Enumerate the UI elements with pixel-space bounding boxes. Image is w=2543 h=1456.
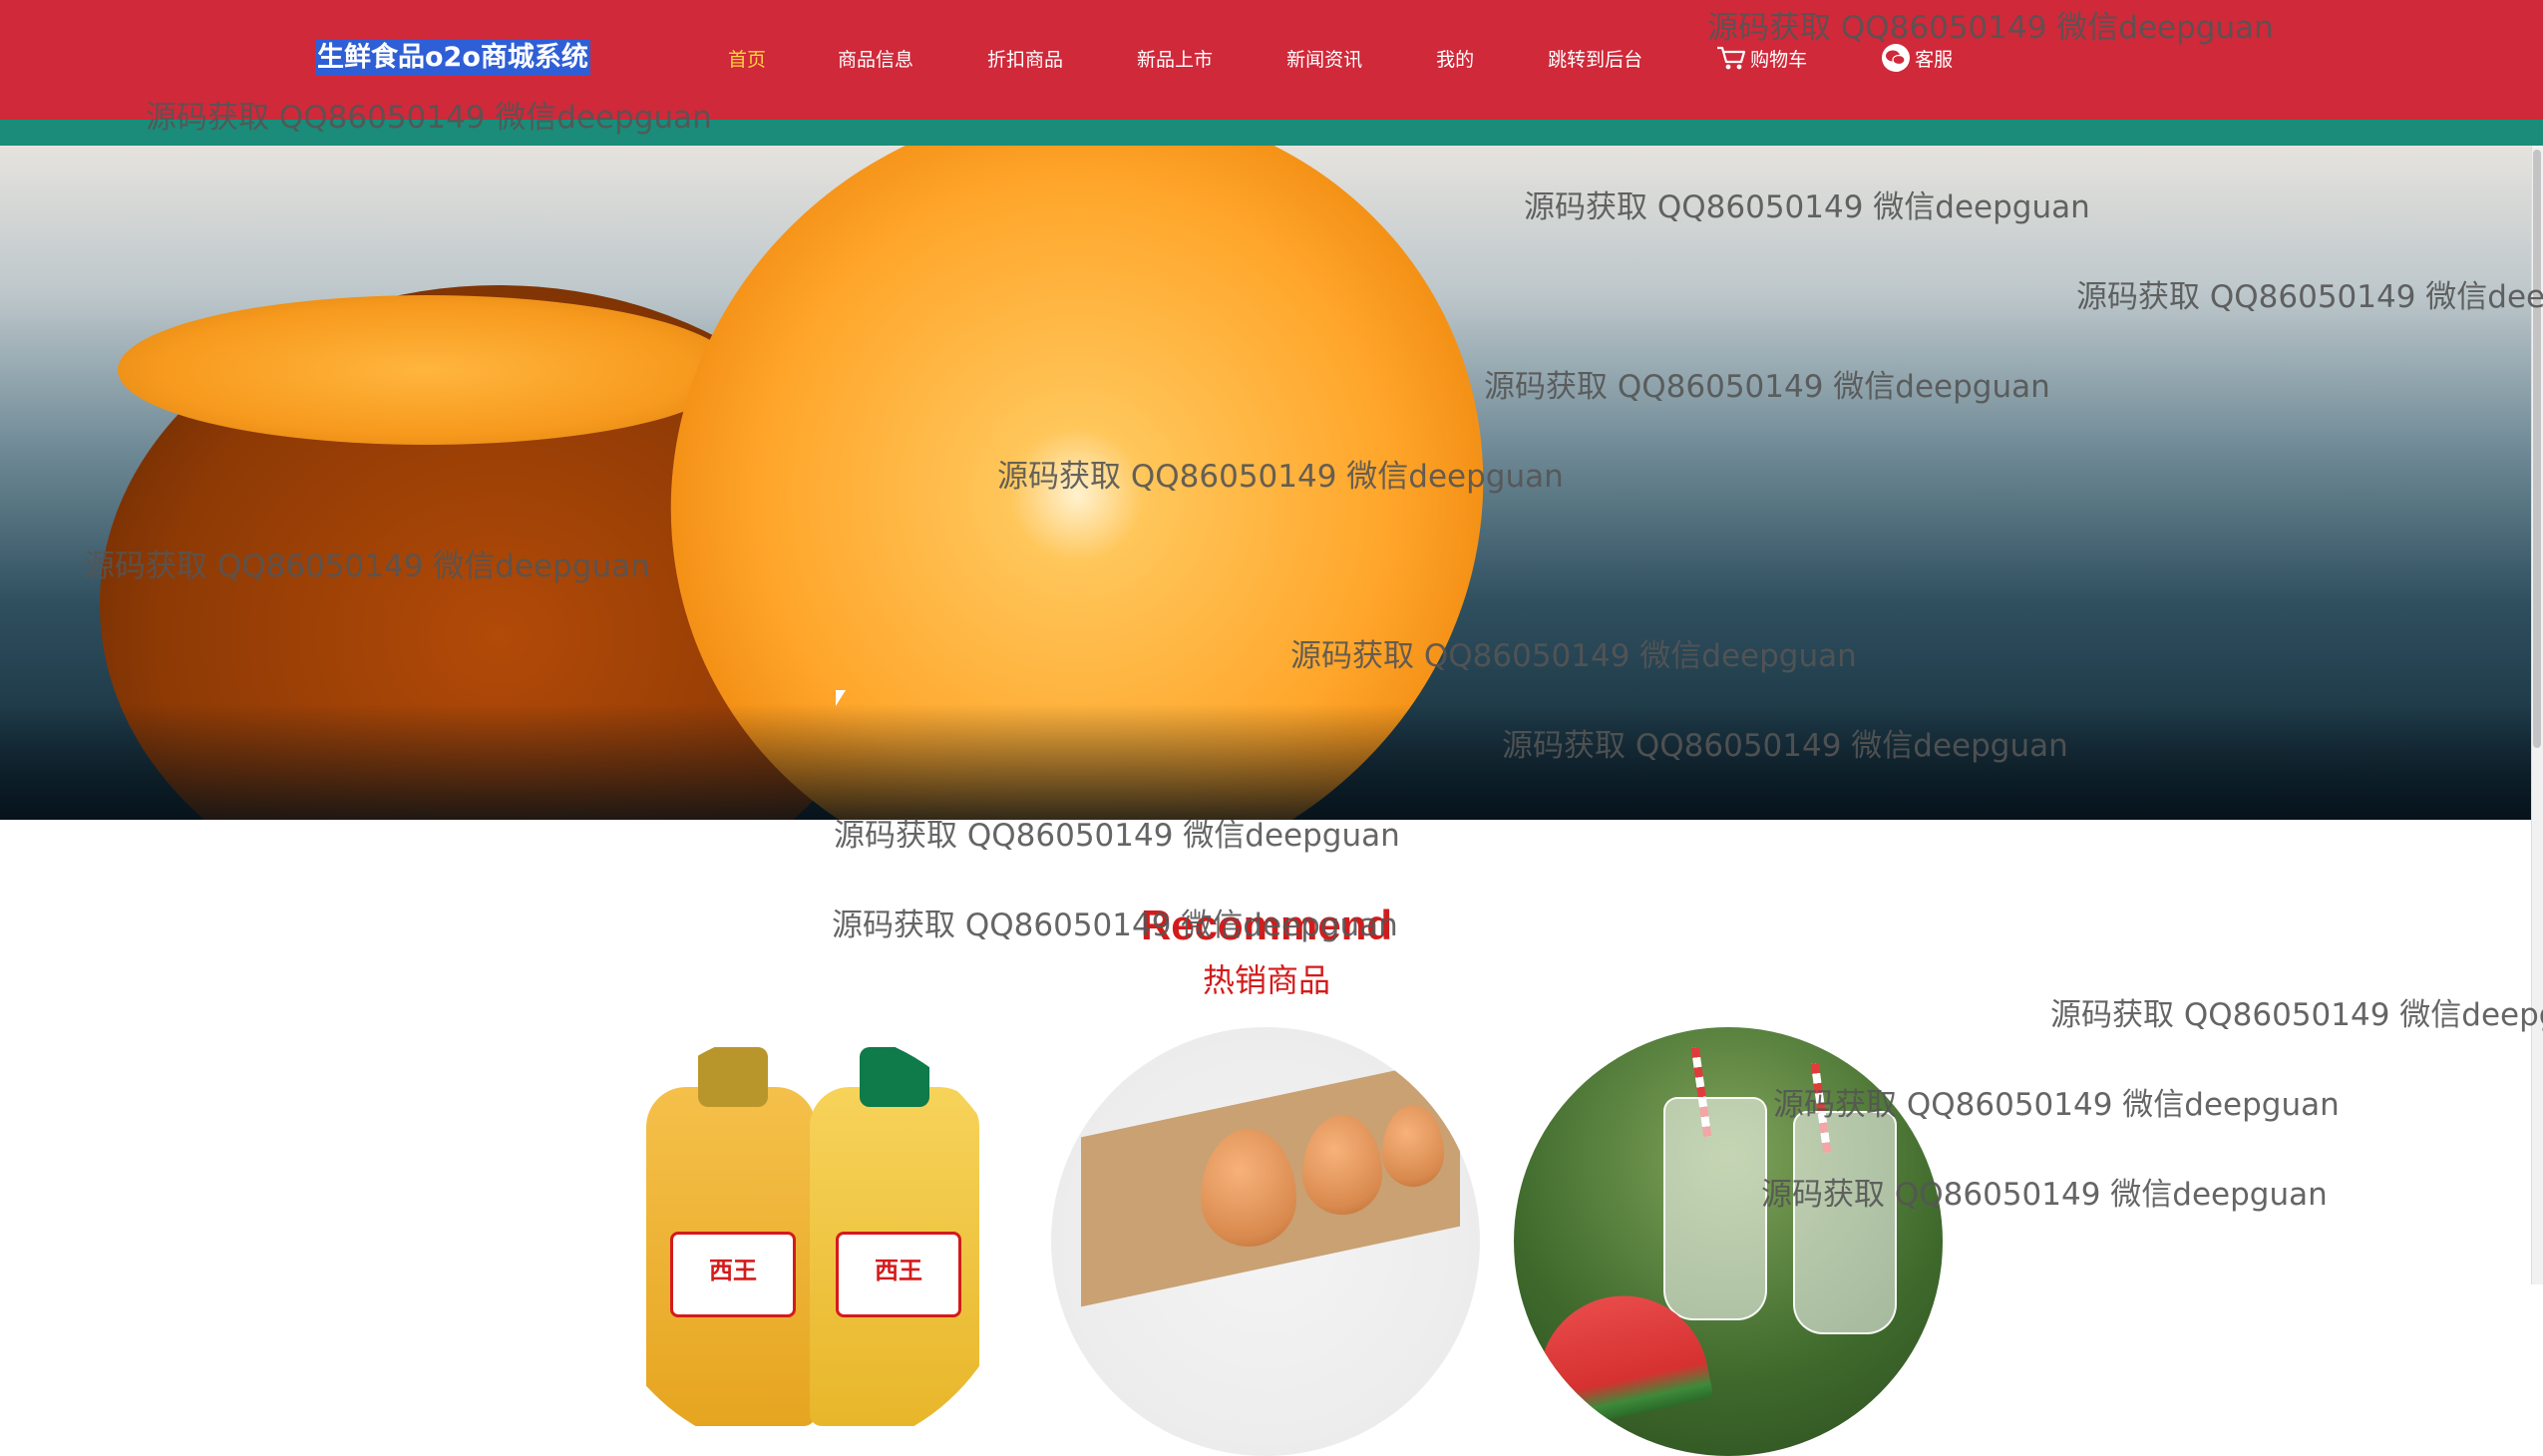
oil-label: 西王 [670, 1232, 796, 1317]
hero-carousel[interactable] [0, 146, 2531, 820]
drink-glass [1793, 1111, 1897, 1334]
banner-water-reflection [0, 704, 2531, 820]
section-subtitle: 热销商品 [1202, 961, 1330, 999]
product-card-watermelon-drink[interactable] [1514, 1027, 1943, 1456]
nav-mine[interactable]: 我的 [1436, 45, 1474, 72]
scrollbar-thumb[interactable] [2533, 150, 2541, 748]
nav-product-info[interactable]: 商品信息 [838, 45, 913, 72]
nav-discount-products[interactable]: 折扣商品 [987, 45, 1063, 72]
oil-bottle-cap [860, 1047, 929, 1107]
nav-news[interactable]: 新闻资讯 [1286, 45, 1362, 72]
cart-icon [1717, 46, 1746, 70]
product-card-cooking-oil[interactable]: 食品 西王 西王 [590, 1027, 1019, 1456]
oil-label: 西王 [836, 1232, 961, 1317]
section-title: Recommend [1140, 902, 1393, 948]
watermark: 源码获取 QQ86050149 微信deepguan [2050, 997, 2543, 1033]
top-navbar: 生鲜食品o2o商城系统 首页 商品信息 折扣商品 新品上市 新闻资讯 我的 跳转… [0, 0, 2543, 120]
site-title[interactable]: 生鲜食品o2o商城系统 [315, 40, 590, 76]
oil-bottle-cap [698, 1047, 768, 1107]
oil-brand-logo: 食品 [618, 1041, 663, 1066]
nav-customer-service[interactable]: 客服 [1881, 43, 1953, 73]
product-card-eggs[interactable] [1051, 1027, 1480, 1456]
nav-service-label: 客服 [1915, 48, 1954, 71]
main-nav: 首页 商品信息 折扣商品 新品上市 新闻资讯 我的 跳转到后台 购物车 客服 [728, 40, 1953, 76]
mouse-cursor [836, 690, 846, 706]
nav-home[interactable]: 首页 [728, 45, 766, 72]
nav-new-arrivals[interactable]: 新品上市 [1137, 45, 1213, 72]
wechat-icon [1882, 44, 1911, 72]
banner-orange-flesh [118, 295, 736, 445]
nav-cart[interactable]: 购物车 [1716, 45, 1807, 72]
nav-admin[interactable]: 跳转到后台 [1548, 45, 1642, 72]
header-divider-strip [0, 120, 2543, 146]
drink-glass [1663, 1097, 1767, 1320]
nav-cart-label: 购物车 [1750, 48, 1808, 71]
